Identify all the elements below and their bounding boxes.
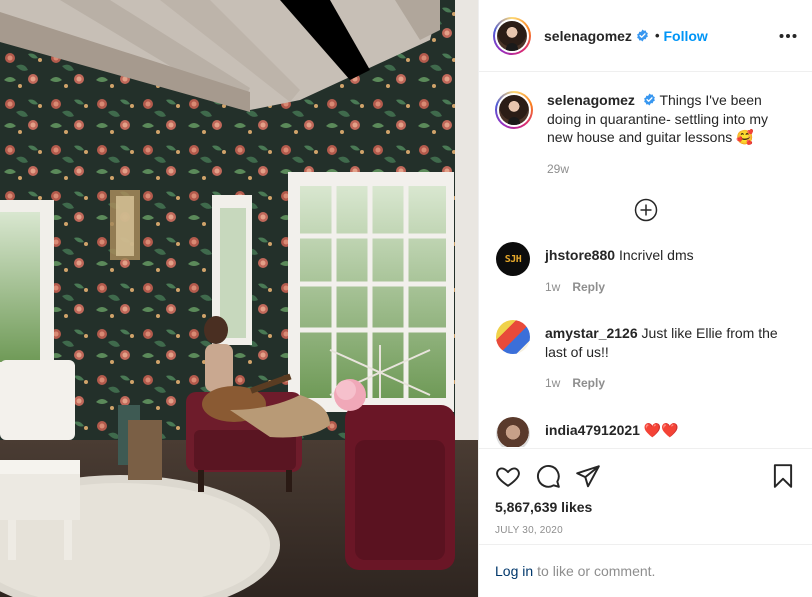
bookmark-icon[interactable] (770, 463, 796, 489)
comment-username[interactable]: amystar_2126 (545, 325, 638, 341)
header-separator: • (654, 28, 660, 43)
comment-meta: 1w Reply (545, 278, 694, 297)
comment-body: jhstore880 Incrivel dms 1w Reply (545, 242, 704, 296)
post-side-panel: selenagomez • Follow selenagomez Things … (478, 0, 812, 597)
caption: selenagomez Things I've been doing in qu… (495, 91, 796, 178)
post-header: selenagomez • Follow (479, 0, 812, 72)
action-icons (495, 449, 796, 499)
login-link[interactable]: Log in (495, 563, 533, 579)
commenter-avatar[interactable] (496, 416, 530, 447)
load-more-comments (495, 198, 796, 222)
comment-username[interactable]: jhstore880 (545, 247, 615, 263)
comment-text: Incrivel dms (618, 247, 694, 263)
more-options-icon[interactable] (778, 26, 798, 46)
caption-username[interactable]: selenagomez (547, 92, 635, 108)
caption-timestamp[interactable]: 29w (547, 160, 786, 179)
comment-text: ❤️❤️ (643, 421, 679, 438)
verified-badge-icon (636, 29, 649, 42)
caption-body: selenagomez Things I've been doing in qu… (547, 91, 796, 178)
comment-body: amystar_2126 Just like Ellie from the la… (545, 320, 796, 393)
login-suffix-text: to like or comment. (537, 563, 656, 579)
caption-avatar[interactable] (495, 91, 533, 129)
commenter-avatar[interactable]: SJH (496, 242, 530, 276)
avatar-image (497, 20, 527, 51)
comment-meta: 1w Reply (545, 374, 786, 393)
heart-icon[interactable] (495, 463, 521, 489)
comment-item: SJH jhstore880 Incrivel dms 1w Reply (495, 242, 796, 296)
comment-item: amystar_2126 Just like Ellie from the la… (495, 320, 796, 393)
post-photo[interactable] (0, 0, 478, 597)
photo-illustration (0, 0, 478, 597)
comment-icon[interactable] (535, 463, 561, 489)
follow-button[interactable]: Follow (664, 28, 708, 44)
comment-username[interactable]: india47912021 (545, 422, 640, 438)
like-count[interactable]: 5,867,639 likes (495, 499, 796, 515)
login-prompt: Log in to like or comment. (479, 544, 812, 597)
verified-badge-icon (643, 93, 656, 106)
comment-timestamp[interactable]: 1w (545, 280, 560, 294)
comment-item: india47912021 ❤️❤️ (495, 416, 796, 448)
comments-list[interactable]: selenagomez Things I've been doing in qu… (479, 73, 812, 447)
plus-circle-icon[interactable] (634, 198, 658, 222)
comment-thread: SJH jhstore880 Incrivel dms 1w Reply amys… (495, 242, 796, 447)
comment-timestamp[interactable]: 1w (545, 376, 560, 390)
post-date[interactable]: JULY 30, 2020 (495, 525, 796, 536)
author-username[interactable]: selenagomez (544, 28, 632, 44)
paper-plane-icon[interactable] (575, 463, 601, 489)
avatar-logo-text: SJH (504, 253, 522, 265)
post-actions: 5,867,639 likes JULY 30, 2020 (479, 448, 812, 536)
avatar-image (499, 95, 529, 125)
author-avatar[interactable] (493, 16, 531, 55)
reply-button[interactable]: Reply (572, 376, 605, 390)
comment-body: india47912021 ❤️❤️ (545, 417, 689, 448)
commenter-avatar[interactable] (496, 320, 530, 354)
reply-button[interactable]: Reply (572, 280, 605, 294)
